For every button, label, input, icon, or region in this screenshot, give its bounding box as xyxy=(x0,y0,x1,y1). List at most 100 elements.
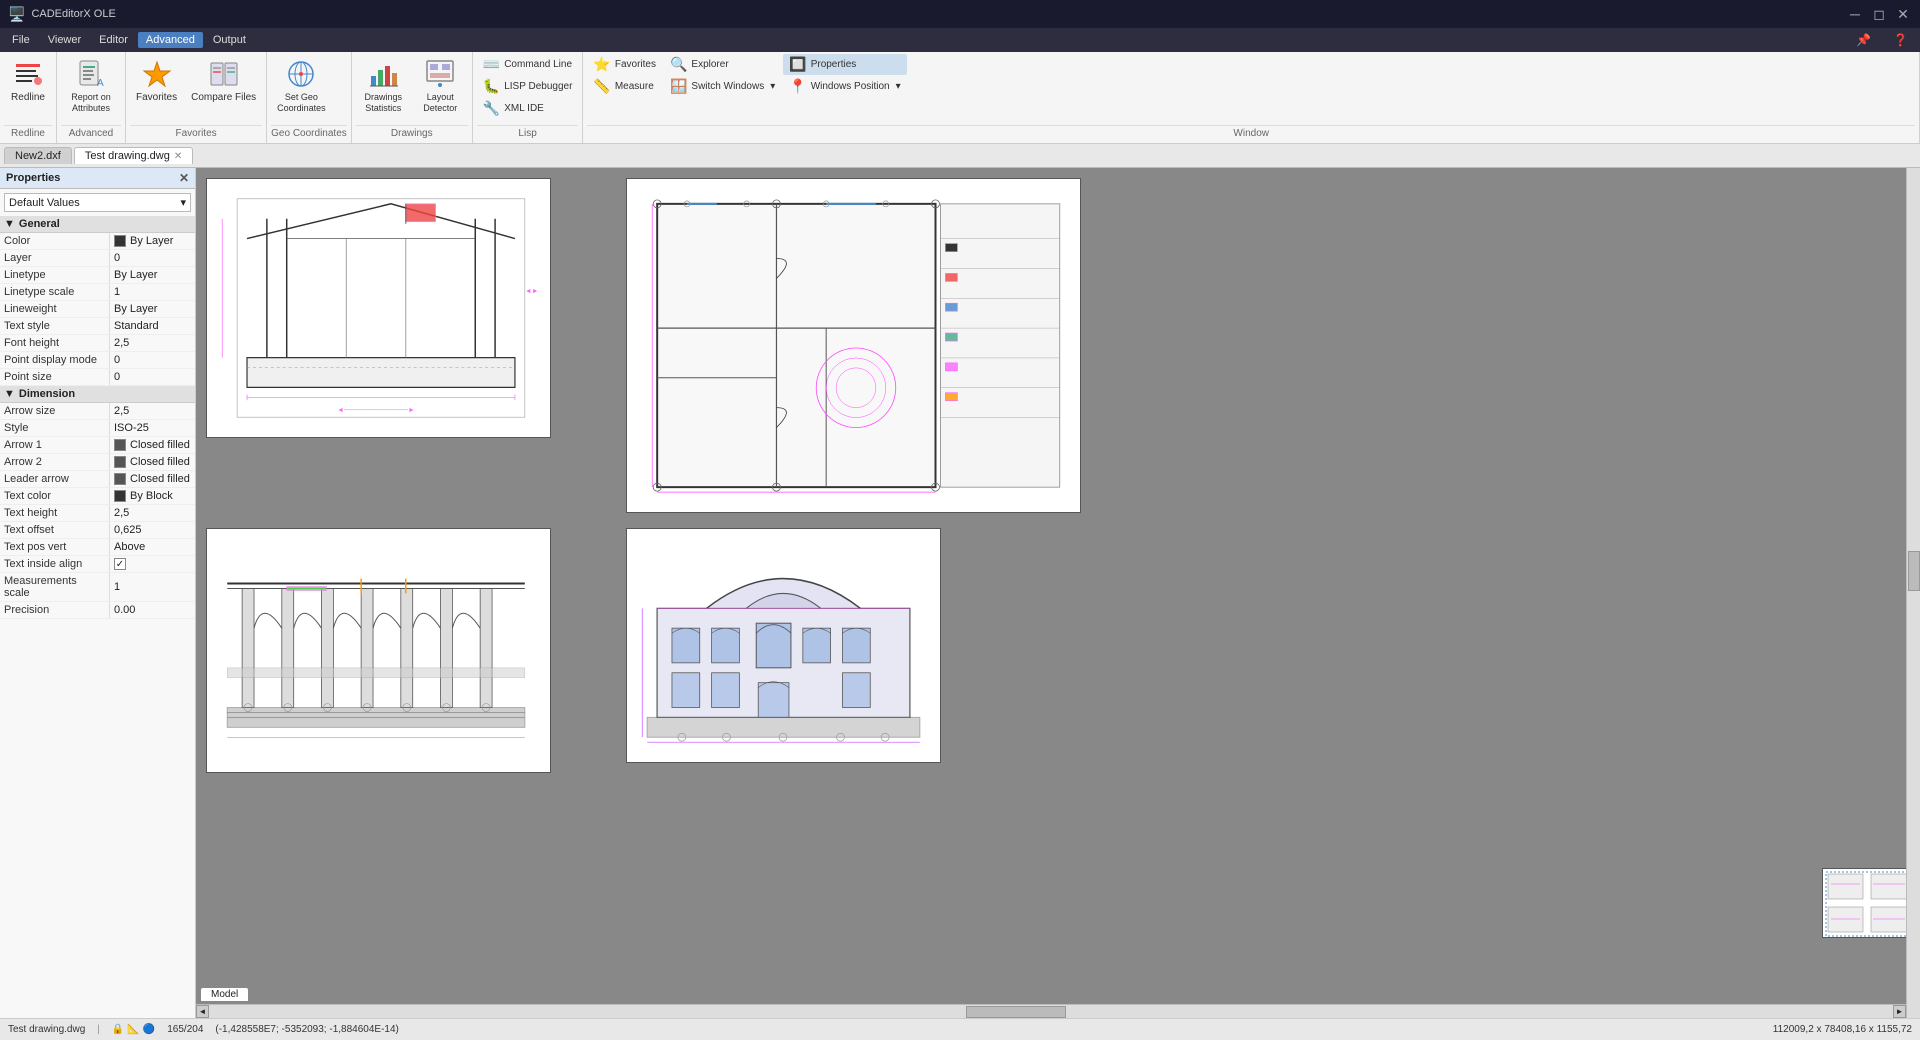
dimension-label: Dimension xyxy=(19,388,75,400)
properties-dropdown[interactable]: Default Values ▾ xyxy=(4,193,191,212)
status-dimensions: 112009,2 x 78408,16 x 1155,72 xyxy=(1773,1024,1912,1035)
ribbon-btn-favorites[interactable]: Favorites xyxy=(130,54,183,107)
dropdown-arrow: ▾ xyxy=(180,196,186,209)
sidebar: Properties ✕ Default Values ▾ ▼ General … xyxy=(0,168,196,1018)
window-col1: ⭐ Favorites 📏 Measure xyxy=(587,54,662,97)
minimize-button[interactable]: ─ xyxy=(1846,5,1864,23)
textcolor-swatch xyxy=(114,490,126,502)
measure-icon: 📏 xyxy=(593,78,610,95)
menu-help-icon[interactable]: ❓ xyxy=(1885,31,1916,49)
ribbon-section-content-fav: Favorites Compare Files xyxy=(130,54,262,125)
ribbon-section-content-win: ⭐ Favorites 📏 Measure 🔍 Explorer 🪟 Switc… xyxy=(587,54,1915,125)
ribbon-btn-stats[interactable]: DrawingsStatistics xyxy=(356,54,411,118)
drawing-panel-2[interactable] xyxy=(626,178,1081,513)
ribbon-btn-switchwin[interactable]: 🪟 Switch Windows ▾ xyxy=(664,76,781,97)
ribbon-btn-xmlide[interactable]: 🔧 XML IDE xyxy=(477,98,579,119)
mini-map[interactable] xyxy=(1822,868,1912,938)
prop-color: Color By Layer xyxy=(0,233,195,250)
prop-pointsize: Point size 0 xyxy=(0,369,195,386)
menu-pin-icon[interactable]: 📌 xyxy=(1848,31,1879,49)
winpos-icon: 📍 xyxy=(789,78,806,95)
canvas-area[interactable]: ◄─────────────► ◄► xyxy=(196,168,1920,1018)
window-col2: 🔍 Explorer 🪟 Switch Windows ▾ xyxy=(664,54,781,97)
drawing-panel-3[interactable] xyxy=(206,528,551,773)
app-title: CADEditorX OLE xyxy=(31,8,115,20)
status-bar: Test drawing.dwg | 🔒 📐 🔵 165/204 (-1,428… xyxy=(0,1018,1920,1040)
scroll-right-btn[interactable]: ► xyxy=(1893,1005,1906,1018)
status-right: 112009,2 x 78408,16 x 1155,72 xyxy=(1773,1024,1912,1035)
menu-file[interactable]: File xyxy=(4,32,38,48)
winpos-label: Windows Position xyxy=(811,81,890,92)
ribbon-section-content-draw: DrawingsStatistics LayoutDetector xyxy=(356,54,468,125)
prop-fontheight: Font height 2,5 xyxy=(0,335,195,352)
switchwin-icon: 🪟 xyxy=(670,78,687,95)
tab-testdrawing-close[interactable]: ✕ xyxy=(174,151,182,162)
menu-editor[interactable]: Editor xyxy=(91,32,136,48)
menu-viewer[interactable]: Viewer xyxy=(40,32,89,48)
prop-linetype: Linetype By Layer xyxy=(0,267,195,284)
prop-textinsidealign: Text inside align xyxy=(0,556,195,573)
prop-group-dimension[interactable]: ▼ Dimension xyxy=(0,386,195,403)
geo-section-label: Geo Coordinates xyxy=(271,125,347,141)
properties-label: Properties xyxy=(811,59,857,70)
tab-new2dxf[interactable]: New2.dxf xyxy=(4,147,72,164)
geo-icon xyxy=(285,58,317,90)
close-button[interactable]: ✕ xyxy=(1894,5,1912,23)
scroll-left-btn[interactable]: ◄ xyxy=(196,1005,209,1018)
drawing-panel-4[interactable] xyxy=(626,528,941,763)
prop-group-general[interactable]: ▼ General xyxy=(0,216,195,233)
favorites-label: Favorites xyxy=(136,92,177,103)
prop-linetype-scale: Linetype scale 1 xyxy=(0,284,195,301)
svg-text:◄►: ◄► xyxy=(525,288,539,295)
arrow2-swatch xyxy=(114,456,126,468)
ribbon-btn-report[interactable]: A Report onAttributes xyxy=(61,54,121,118)
report-icon: A xyxy=(75,58,107,90)
svg-text:◄─────────────►: ◄─────────────► xyxy=(337,407,415,414)
leader-swatch xyxy=(114,473,126,485)
ribbon-section-content-lisp: ⌨️ Command Line 🐛 LISP Debugger 🔧 XML ID… xyxy=(477,54,579,125)
menu-advanced[interactable]: Advanced xyxy=(138,32,203,48)
ribbon-btn-properties[interactable]: 🔲 Properties xyxy=(783,54,906,75)
window-col3: 🔲 Properties 📍 Windows Position ▾ xyxy=(783,54,906,97)
tab-testdrawing[interactable]: Test drawing.dwg ✕ xyxy=(74,147,193,164)
model-tab[interactable]: Model xyxy=(200,987,249,1001)
menu-output[interactable]: Output xyxy=(205,32,254,48)
text-inside-align-checkbox[interactable] xyxy=(114,558,126,570)
ribbon-btn-layout[interactable]: LayoutDetector xyxy=(413,54,468,118)
ribbon-section-lisp: ⌨️ Command Line 🐛 LISP Debugger 🔧 XML ID… xyxy=(473,52,584,143)
ribbon-btn-lisp[interactable]: 🐛 LISP Debugger xyxy=(477,76,579,97)
prop-arrowsize: Arrow size 2,5 xyxy=(0,403,195,420)
explorer-label: Explorer xyxy=(691,59,728,70)
favorites-icon xyxy=(141,58,173,90)
canvas-scrollbar-bottom[interactable]: ◄ ► xyxy=(196,1004,1906,1018)
sidebar-close-icon[interactable]: ✕ xyxy=(179,171,189,185)
canvas-scrollbar-right[interactable] xyxy=(1906,168,1920,1018)
ribbon-btn-winpos[interactable]: 📍 Windows Position ▾ xyxy=(783,76,906,97)
ribbon-btn-explorer[interactable]: 🔍 Explorer xyxy=(664,54,781,75)
win-fav-label: Favorites xyxy=(615,59,656,70)
title-bar-left: 🖥️ CADEditorX OLE xyxy=(8,6,116,23)
prop-textstyle: Text style Standard xyxy=(0,318,195,335)
tab-bar: New2.dxf Test drawing.dwg ✕ xyxy=(0,144,1920,168)
ribbon-btn-measure[interactable]: 📏 Measure xyxy=(587,76,662,97)
switchwin-label: Switch Windows xyxy=(691,81,764,92)
ribbon-btn-compare[interactable]: Compare Files xyxy=(185,54,262,107)
measure-label: Measure xyxy=(615,81,654,92)
status-icon-1: 🔒 xyxy=(112,1024,124,1035)
ribbon-btn-winFavorites[interactable]: ⭐ Favorites xyxy=(587,54,662,75)
ribbon-section-drawings: DrawingsStatistics LayoutDetector Drawin… xyxy=(352,52,473,143)
ribbon-btn-geo[interactable]: Set GeoCoordinates xyxy=(271,54,332,118)
redline-icon xyxy=(12,58,44,90)
ribbon-btn-redline[interactable]: Redline xyxy=(4,54,52,107)
ribbon-section-geo: Set GeoCoordinates Geo Coordinates xyxy=(267,52,352,143)
dropdown-value: Default Values xyxy=(9,197,80,209)
title-bar-controls: ─ ◻ ✕ xyxy=(1846,5,1912,23)
layout-label: LayoutDetector xyxy=(423,92,457,114)
sidebar-title: Properties xyxy=(6,172,60,184)
drawing-panel-1[interactable]: ◄─────────────► ◄► xyxy=(206,178,551,438)
status-filename: Test drawing.dwg xyxy=(8,1024,85,1035)
prop-style: Style ISO-25 xyxy=(0,420,195,437)
xmlide-label: XML IDE xyxy=(504,103,544,114)
restore-button[interactable]: ◻ xyxy=(1870,5,1888,23)
ribbon-btn-cmdline[interactable]: ⌨️ Command Line xyxy=(477,54,579,75)
